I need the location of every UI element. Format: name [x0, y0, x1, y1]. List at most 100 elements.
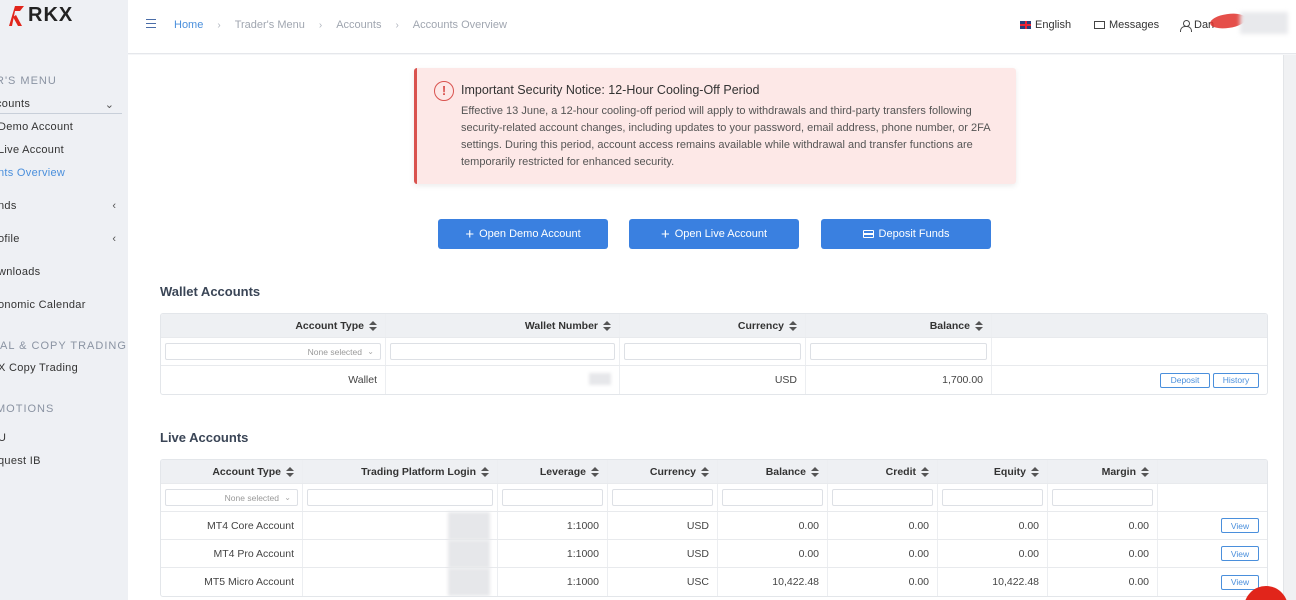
sidebar-item-downloads[interactable]: wnloads — [0, 266, 40, 278]
balance-filter-input[interactable] — [722, 489, 823, 506]
wallet-accounts-title: Wallet Accounts — [160, 284, 261, 299]
cell-balance: 0.00 — [718, 512, 828, 539]
sort-icon — [481, 466, 489, 477]
redaction-blur — [448, 568, 490, 596]
sort-icon — [369, 320, 377, 331]
redaction-blur — [448, 512, 490, 540]
sidebar-item-request-ib[interactable]: quest IB — [0, 455, 41, 467]
column-header-equity[interactable]: Equity — [938, 460, 1048, 483]
column-header-currency[interactable]: Currency — [608, 460, 718, 483]
filter-cell — [1158, 484, 1267, 511]
filter-cell — [806, 338, 992, 365]
sort-icon — [975, 320, 983, 331]
live-accounts-title: Live Accounts — [160, 430, 249, 445]
filter-cell — [938, 484, 1048, 511]
button-label: Deposit Funds — [878, 228, 950, 240]
cell-margin: 0.00 — [1048, 512, 1158, 539]
leverage-filter-input[interactable] — [502, 489, 603, 506]
sidebar-item-ib[interactable]: U — [0, 432, 6, 444]
sort-icon — [789, 320, 797, 331]
cell-currency: USC — [608, 568, 718, 596]
column-header-currency[interactable]: Currency — [620, 314, 806, 337]
scrollbar[interactable] — [1283, 55, 1296, 600]
security-notice: ! Important Security Notice: 12-Hour Coo… — [414, 68, 1016, 184]
cell-actions: Deposit History — [992, 366, 1267, 394]
user-menu[interactable]: Dan — [1180, 19, 1214, 32]
cell-wallet-number — [386, 366, 620, 394]
column-header-wallet-number[interactable]: Wallet Number — [386, 314, 620, 337]
view-button[interactable]: View — [1221, 546, 1259, 561]
plus-icon: + — [660, 225, 670, 243]
breadcrumb: Home › Trader's Menu › Accounts › Accoun… — [174, 19, 507, 31]
button-label: Open Demo Account — [479, 228, 581, 240]
sidebar-item-profile[interactable]: ofile — [0, 233, 20, 245]
deposit-button[interactable]: Deposit — [1160, 372, 1210, 388]
button-label: Open Live Account — [674, 228, 768, 240]
balance-filter-input[interactable] — [810, 343, 987, 360]
cell-account-type: Wallet — [161, 366, 386, 394]
column-header-trading-platform-login[interactable]: Trading Platform Login — [303, 460, 498, 483]
sort-icon — [591, 466, 599, 477]
language-label: English — [1035, 19, 1072, 31]
open-demo-account-button[interactable]: + Open Demo Account — [438, 219, 608, 249]
sidebar-item-funds[interactable]: nds — [0, 200, 124, 212]
cell-credit: 0.00 — [828, 512, 938, 539]
topbar: Home › Trader's Menu › Accounts › Accoun… — [128, 0, 1296, 54]
rkx-logo[interactable]: RKX — [6, 2, 73, 28]
currency-filter-input[interactable] — [624, 343, 801, 360]
currency-filter-input[interactable] — [612, 489, 713, 506]
chevron-down-icon: ⌄ — [367, 347, 374, 356]
open-live-account-button[interactable]: + Open Live Account — [629, 219, 799, 249]
credit-filter-input[interactable] — [832, 489, 933, 506]
cell-margin: 0.00 — [1048, 540, 1158, 567]
sort-icon — [921, 466, 929, 477]
chevron-left-icon: ‹ — [112, 233, 116, 245]
filter-cell — [620, 338, 806, 365]
language-selector[interactable]: English — [1020, 19, 1071, 31]
redaction-blur — [589, 373, 611, 385]
sidebar-item-open-live-account[interactable]: Live Account — [0, 144, 64, 156]
login-filter-input[interactable] — [307, 489, 493, 506]
cell-login — [303, 540, 498, 568]
cell-balance: 0.00 — [718, 540, 828, 567]
view-button[interactable]: View — [1221, 574, 1259, 590]
column-header-account-type[interactable]: Account Type — [161, 460, 303, 483]
sort-icon — [701, 466, 709, 477]
sidebar-item-economic-calendar[interactable]: onomic Calendar — [0, 299, 86, 311]
column-header-margin[interactable]: Margin — [1048, 460, 1158, 483]
sidebar-item-accounts-overview[interactable]: nts Overview — [0, 167, 65, 179]
notice-body: Effective 13 June, a 12-hour cooling-off… — [461, 105, 990, 168]
account-type-filter-select[interactable]: None selected ⌄ — [165, 343, 381, 360]
cell-currency: USD — [620, 366, 806, 394]
column-header-credit[interactable]: Credit — [828, 460, 938, 483]
hamburger-menu-icon[interactable] — [146, 19, 156, 28]
sidebar-item-accounts[interactable]: counts ⌄ — [0, 96, 122, 114]
sort-icon — [286, 466, 294, 477]
cell-leverage: 1:1000 — [498, 568, 608, 596]
sidebar-item-open-demo-account[interactable]: Demo Account — [0, 121, 73, 133]
column-header-leverage[interactable]: Leverage — [498, 460, 608, 483]
cell-leverage: 1:1000 — [498, 540, 608, 567]
sidebar-item-copy-trading[interactable]: X Copy Trading — [0, 362, 78, 374]
filter-cell — [303, 484, 498, 511]
breadcrumb-traders-menu[interactable]: Trader's Menu — [235, 19, 305, 31]
messages-link[interactable]: Messages — [1094, 19, 1159, 31]
margin-filter-input[interactable] — [1052, 489, 1153, 506]
filter-cell — [1048, 484, 1158, 511]
breadcrumb-accounts[interactable]: Accounts — [336, 19, 381, 31]
column-header-balance[interactable]: Balance — [718, 460, 828, 483]
deposit-funds-button[interactable]: Deposit Funds — [821, 219, 991, 249]
sort-icon — [1031, 466, 1039, 477]
filter-cell — [608, 484, 718, 511]
exclamation-circle-icon: ! — [434, 81, 454, 101]
column-header-account-type[interactable]: Account Type — [161, 314, 386, 337]
column-header-balance[interactable]: Balance — [806, 314, 992, 337]
cell-account-type: MT4 Pro Account — [161, 540, 303, 567]
wallet-number-filter-input[interactable] — [390, 343, 615, 360]
account-type-filter-select[interactable]: None selected ⌄ — [165, 489, 298, 506]
view-button[interactable]: View — [1221, 518, 1259, 533]
breadcrumb-home[interactable]: Home — [174, 19, 203, 31]
sidebar: RKX R'S MENU counts ⌄ Demo Account Live … — [0, 0, 128, 600]
history-button[interactable]: History — [1213, 372, 1259, 388]
equity-filter-input[interactable] — [942, 489, 1043, 506]
